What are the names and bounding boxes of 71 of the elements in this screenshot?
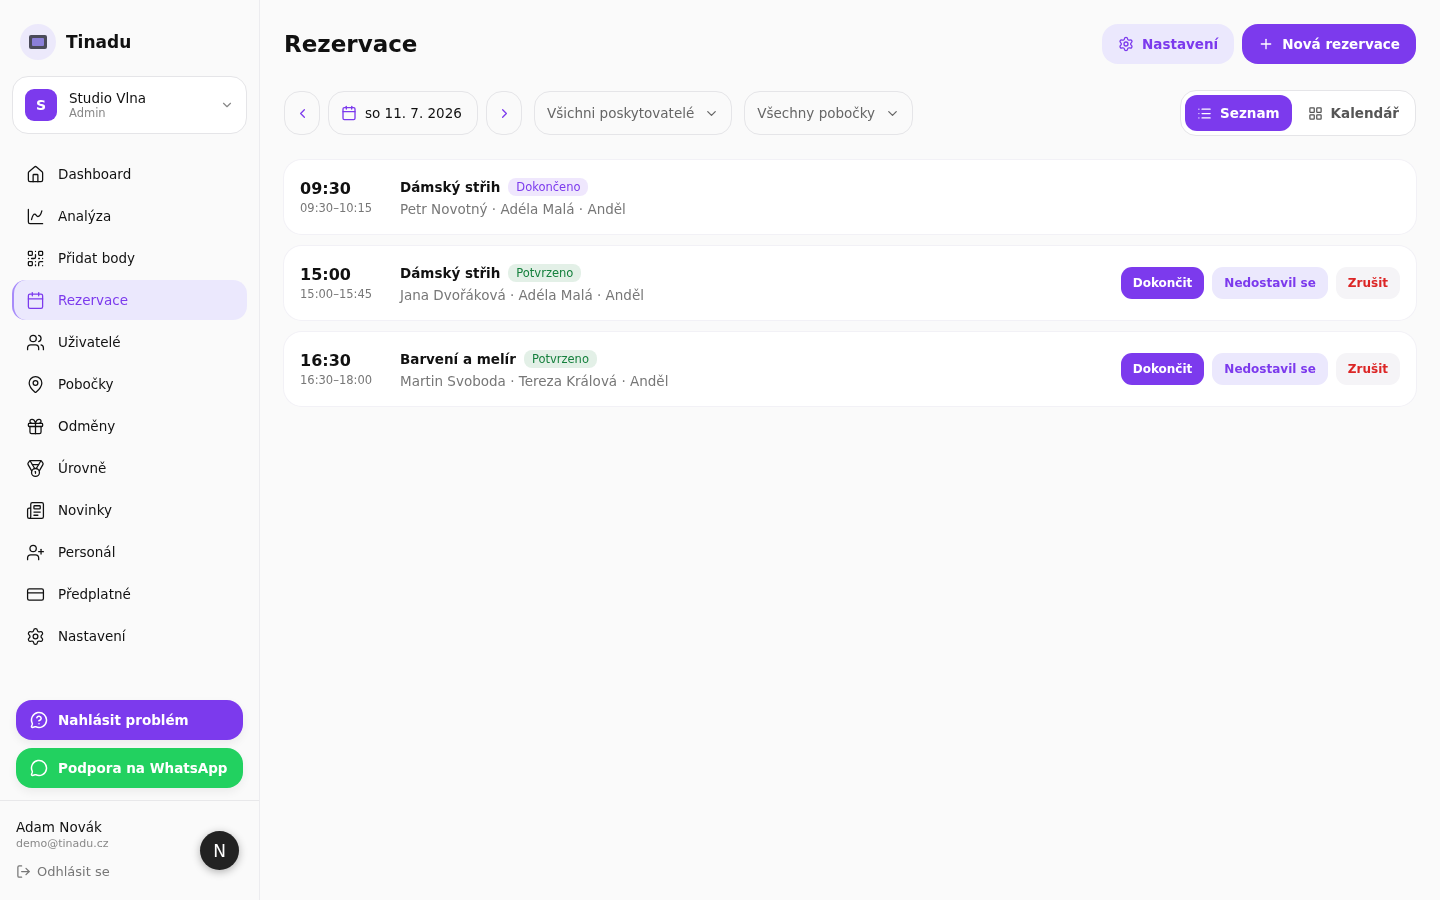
workspace-role: Admin: [69, 106, 107, 120]
settings-icon: [1118, 36, 1135, 52]
map-pin-icon: [26, 374, 45, 394]
service-name: Dámský střih: [400, 178, 501, 195]
status-badge: Potvrzeno: [508, 263, 582, 282]
nav-item[interactable]: Přidat body: [12, 238, 247, 278]
time-range: 16:30–18:00: [300, 373, 374, 387]
workspace-switcher[interactable]: S Studio Vlna Admin: [12, 76, 247, 134]
nav-item[interactable]: Uživatelé: [12, 322, 247, 362]
grid-icon: [1307, 105, 1323, 121]
house-icon: [26, 164, 45, 184]
user-email: demo@tinadu.cz: [16, 837, 110, 850]
user-plus-icon: [26, 542, 45, 562]
chat-bubble-icon: [30, 759, 48, 777]
reservation-details: Petr Novotný · Adéla Malá · Anděl: [400, 200, 627, 217]
no-show-button[interactable]: Nedostavil se: [1212, 267, 1328, 299]
status-badge: Dokončeno: [508, 177, 589, 196]
qr-code-icon: [26, 248, 45, 268]
provider-select[interactable]: Všichni poskytovatelé: [534, 91, 733, 135]
no-show-button[interactable]: Nedostavil se: [1212, 353, 1328, 385]
start-time: 16:30: [300, 351, 352, 370]
calendar-icon: [341, 105, 357, 121]
users-icon: [26, 332, 45, 352]
calendar-icon: [26, 290, 45, 310]
newspaper-icon: [26, 500, 45, 520]
complete-button[interactable]: Dokončit: [1120, 267, 1205, 299]
nav-item[interactable]: Nastavení: [12, 616, 247, 656]
reservation-details: Jana Dvořáková · Adéla Malá · Anděl: [400, 286, 645, 303]
nav-item[interactable]: Dashboard: [12, 154, 247, 194]
gift-icon: [26, 416, 45, 436]
start-time: 09:30: [300, 179, 352, 198]
complete-button[interactable]: Dokončit: [1120, 353, 1205, 385]
time-range: 09:30–10:15: [300, 201, 374, 215]
workspace-name: Studio Vlna: [69, 90, 148, 106]
cancel-button[interactable]: Zrušit: [1335, 267, 1400, 299]
service-name: Barvení a melír: [400, 350, 516, 367]
chart-icon: [26, 206, 45, 226]
logo-icon: [20, 24, 56, 60]
previous-day-button[interactable]: [284, 91, 320, 135]
nav-item[interactable]: Pobočky: [12, 364, 247, 404]
nav-item[interactable]: Úrovně: [12, 448, 247, 488]
status-badge: Potvrzeno: [523, 349, 597, 368]
dev-badge[interactable]: N: [200, 831, 239, 870]
reservation-details: Martin Svoboda · Tereza Králová · Anděl: [400, 372, 670, 389]
brand-name: Tinadu: [66, 32, 132, 52]
view-tab[interactable]: Kalendář: [1295, 95, 1411, 131]
time-range: 15:00–15:45: [300, 287, 374, 301]
nav-item[interactable]: Rezervace: [12, 280, 247, 320]
list-icon: [1197, 105, 1213, 121]
medal-icon: [26, 458, 45, 478]
nav-item[interactable]: Novinky: [12, 490, 247, 530]
next-day-button[interactable]: [486, 91, 522, 135]
service-name: Dámský střih: [400, 264, 501, 281]
report-problem-button[interactable]: Nahlásit problém: [16, 700, 243, 740]
settings-button[interactable]: Nastavení: [1102, 24, 1235, 64]
settings-icon: [26, 626, 45, 646]
user-name: Adam Novák: [16, 819, 103, 835]
new-reservation-button[interactable]: Nová rezervace: [1242, 24, 1416, 64]
logout-icon: [16, 864, 31, 879]
help-icon: [30, 711, 48, 729]
view-tab[interactable]: Seznam: [1185, 95, 1292, 131]
nav-item[interactable]: Předplatné: [12, 574, 247, 614]
page-title: Rezervace: [284, 31, 418, 57]
cancel-button[interactable]: Zrušit: [1335, 353, 1400, 385]
nav-item[interactable]: Personál: [12, 532, 247, 572]
branch-select[interactable]: Všechny pobočky: [744, 91, 914, 135]
workspace-avatar: S: [25, 89, 57, 121]
nav-item[interactable]: Analýza: [12, 196, 247, 236]
start-time: 15:00: [300, 265, 352, 284]
date-picker[interactable]: so 11. 7. 2026: [328, 91, 478, 135]
nav-item[interactable]: Odměny: [12, 406, 247, 446]
